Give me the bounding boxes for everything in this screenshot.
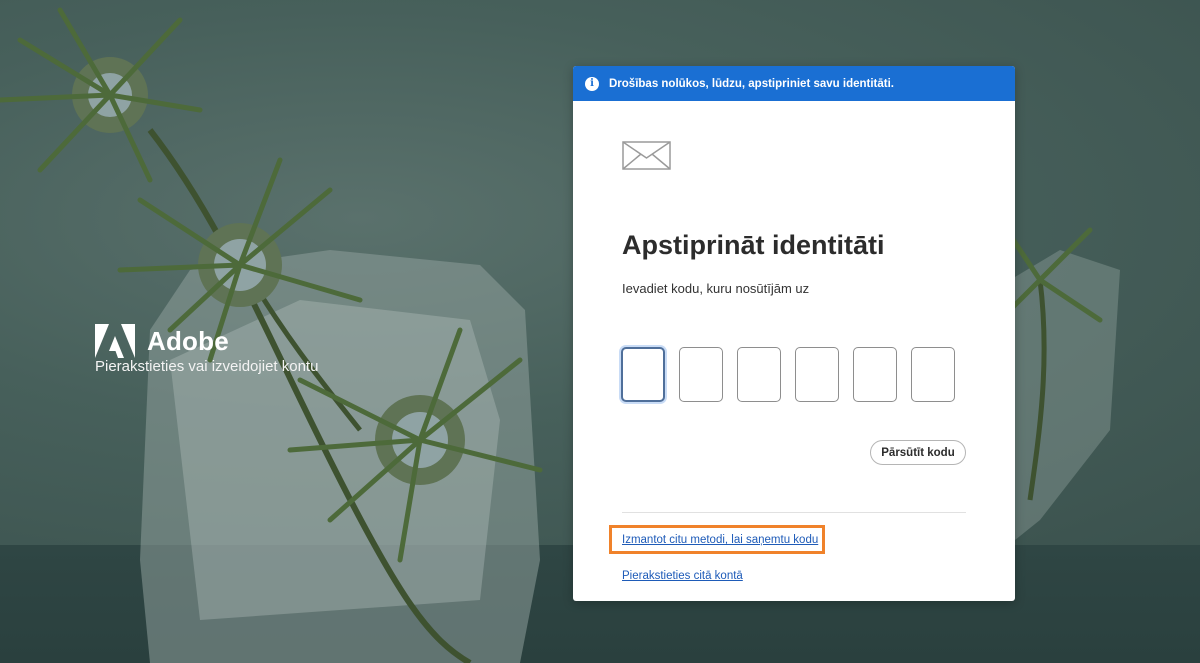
code-digit-2[interactable] bbox=[679, 347, 723, 402]
code-digit-4[interactable] bbox=[795, 347, 839, 402]
login-page: Adobe Pierakstieties vai izveidojiet kon… bbox=[0, 0, 1200, 663]
other-method-link[interactable]: Izmantot citu metodi, lai saņemtu kodu bbox=[622, 534, 818, 546]
security-banner: i Drošības nolūkos, lūdzu, apstipriniet … bbox=[573, 66, 1015, 101]
resend-code-button[interactable]: Pārsūtīt kodu bbox=[870, 440, 966, 465]
brand-name: Adobe bbox=[147, 326, 229, 356]
code-input-group bbox=[621, 347, 969, 402]
brand-tagline: Pierakstieties vai izveidojiet kontu bbox=[95, 358, 319, 375]
brand-block: Adobe Pierakstieties vai izveidojiet kon… bbox=[95, 324, 318, 375]
verify-identity-card: i Drošības nolūkos, lūdzu, apstipriniet … bbox=[573, 66, 1015, 601]
code-digit-3[interactable] bbox=[737, 347, 781, 402]
code-digit-5[interactable] bbox=[853, 347, 897, 402]
envelope-icon bbox=[622, 141, 671, 170]
code-instructions: Ievadiet kodu, kuru nosūtījām uz bbox=[622, 281, 810, 296]
divider bbox=[622, 512, 966, 513]
adobe-logo-icon bbox=[95, 324, 135, 358]
code-digit-6[interactable] bbox=[911, 347, 955, 402]
other-account-link[interactable]: Pierakstieties citā kontā bbox=[622, 570, 743, 582]
info-icon: i bbox=[585, 76, 599, 91]
page-title: Apstiprināt identitāti bbox=[622, 230, 885, 260]
code-digit-1[interactable] bbox=[621, 347, 665, 402]
banner-text: Drošības nolūkos, lūdzu, apstipriniet sa… bbox=[609, 77, 894, 90]
